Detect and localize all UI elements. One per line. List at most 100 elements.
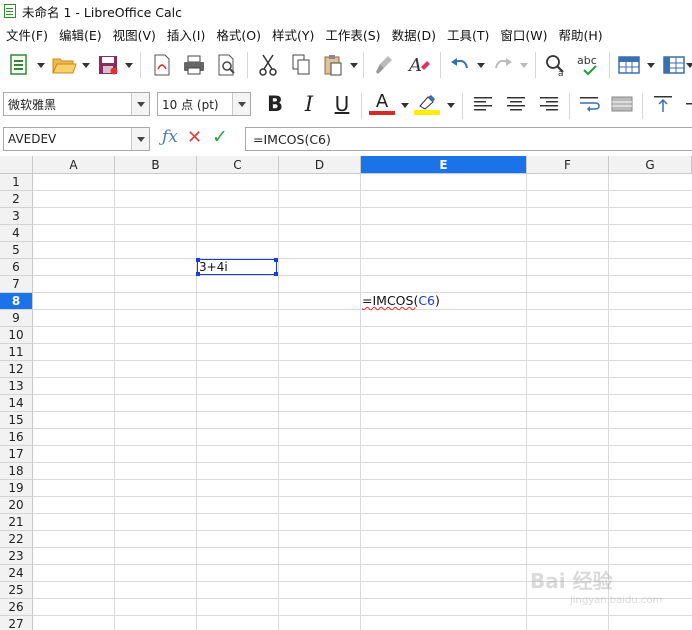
find-replace-icon[interactable]: a [542,50,570,80]
clear-formatting-icon[interactable]: A [405,50,433,80]
font-size-dropdown-icon[interactable] [232,93,250,115]
undo-icon[interactable] [446,50,474,80]
menu-insert[interactable]: 插入(I) [161,25,210,44]
row-header[interactable]: 15 [0,412,33,429]
open-folder-icon[interactable] [50,50,78,80]
row-header[interactable]: 18 [0,463,33,480]
undo-dropdown-arrow[interactable] [477,63,485,68]
align-top-icon[interactable] [650,90,676,118]
merge-cells-icon[interactable] [609,90,635,118]
select-all-corner[interactable] [0,156,33,174]
row-header[interactable]: 26 [0,599,33,616]
bold-button[interactable]: B [262,90,288,118]
menu-window[interactable]: 窗口(W) [494,25,552,44]
redo-dropdown-arrow[interactable] [520,63,528,68]
redo-icon[interactable] [489,50,517,80]
highlight-color-button[interactable] [412,90,442,118]
copy-icon[interactable] [287,50,315,80]
accept-icon[interactable]: ✓ [212,126,228,148]
column-dropdown-arrow[interactable] [686,63,692,68]
new-spreadsheet-icon[interactable] [5,50,33,80]
save-icon[interactable] [94,50,122,80]
highlight-dropdown-arrow[interactable] [447,103,455,108]
column-header-a[interactable]: A [33,156,115,174]
row-header[interactable]: 5 [0,242,33,259]
align-right-icon[interactable] [536,90,562,118]
row-header[interactable]: 4 [0,225,33,242]
column-header-b[interactable]: B [115,156,197,174]
cancel-icon[interactable]: ✕ [187,127,202,148]
row-header[interactable]: 11 [0,344,33,361]
row-header[interactable]: 25 [0,582,33,599]
font-size-box[interactable]: 10 点 (pt) [157,92,251,116]
menu-styles[interactable]: 样式(Y) [266,25,319,44]
selection-handle[interactable] [274,258,278,262]
row-header[interactable]: 16 [0,429,33,446]
row-header[interactable]: 24 [0,565,33,582]
row-header[interactable]: 27 [0,616,33,630]
align-center-vertical-icon[interactable] [680,90,692,118]
menu-view[interactable]: 视图(V) [107,25,161,44]
export-pdf-icon[interactable] [148,50,176,80]
menu-tools[interactable]: 工具(T) [441,25,494,44]
function-wizard-icon[interactable]: ƒx [162,127,178,147]
new-dropdown-arrow[interactable] [37,63,45,68]
wrap-text-icon[interactable] [577,90,603,118]
row-header[interactable]: 8 [0,293,33,310]
cell-e8[interactable]: =IMCOS(C6) [362,293,440,308]
column-icon[interactable] [660,50,688,80]
column-header-f[interactable]: F [527,156,609,174]
font-color-button[interactable]: A [367,90,397,118]
open-dropdown-arrow[interactable] [82,63,90,68]
font-name-dropdown-icon[interactable] [131,93,149,115]
menu-format[interactable]: 格式(O) [210,25,266,44]
name-box[interactable]: AVEDEV [3,127,150,151]
print-preview-icon[interactable] [213,50,241,80]
row-header[interactable]: 19 [0,480,33,497]
name-box-dropdown-icon[interactable] [131,128,149,150]
underline-button[interactable]: U [329,90,355,118]
row-header[interactable]: 3 [0,208,33,225]
print-icon[interactable] [180,50,208,80]
row-dropdown-arrow[interactable] [647,63,655,68]
column-header-g[interactable]: G [609,156,692,174]
row-header[interactable]: 7 [0,276,33,293]
align-center-icon[interactable] [503,90,529,118]
row-header[interactable]: 10 [0,327,33,344]
menu-data[interactable]: 数据(D) [386,25,441,44]
row-header[interactable]: 22 [0,531,33,548]
row-header[interactable]: 21 [0,514,33,531]
italic-button[interactable]: I [296,90,322,118]
spelling-icon[interactable]: abc [575,50,603,80]
selection-handle[interactable] [274,272,278,276]
row-header[interactable]: 20 [0,497,33,514]
row-header[interactable]: 23 [0,548,33,565]
column-header-c[interactable]: C [197,156,279,174]
row-header[interactable]: 2 [0,191,33,208]
column-header-e[interactable]: E [361,156,527,174]
column-header-d[interactable]: D [279,156,361,174]
cell-c6[interactable]: 3+4i [199,260,228,274]
menu-file[interactable]: 文件(F) [0,25,53,44]
font-color-dropdown-arrow[interactable] [401,103,409,108]
align-left-icon[interactable] [470,90,496,118]
row-header[interactable]: 1 [0,174,33,191]
row-header[interactable]: 12 [0,361,33,378]
menu-sheet[interactable]: 工作表(S) [319,25,385,44]
row-header[interactable]: 13 [0,378,33,395]
menu-help[interactable]: 帮助(H) [552,25,607,44]
paste-icon[interactable] [319,50,347,80]
spreadsheet-grid[interactable]: A B C D E F G 1 2 3 4 5 6 7 8 9 10 11 12 13 14 15 16 17 1… [0,156,692,630]
cut-icon[interactable] [254,50,282,80]
paste-dropdown-arrow[interactable] [350,63,358,68]
formula-input[interactable]: =IMCOS(C6) [245,127,692,151]
row-icon[interactable] [615,50,643,80]
row-header[interactable]: 6 [0,259,33,276]
row-header[interactable]: 9 [0,310,33,327]
row-header[interactable]: 14 [0,395,33,412]
font-name-box[interactable]: 微软雅黑 [3,92,150,116]
row-header[interactable]: 17 [0,446,33,463]
clone-formatting-icon[interactable] [371,50,399,80]
menu-edit[interactable]: 编辑(E) [53,25,107,44]
save-dropdown-arrow[interactable] [125,63,133,68]
